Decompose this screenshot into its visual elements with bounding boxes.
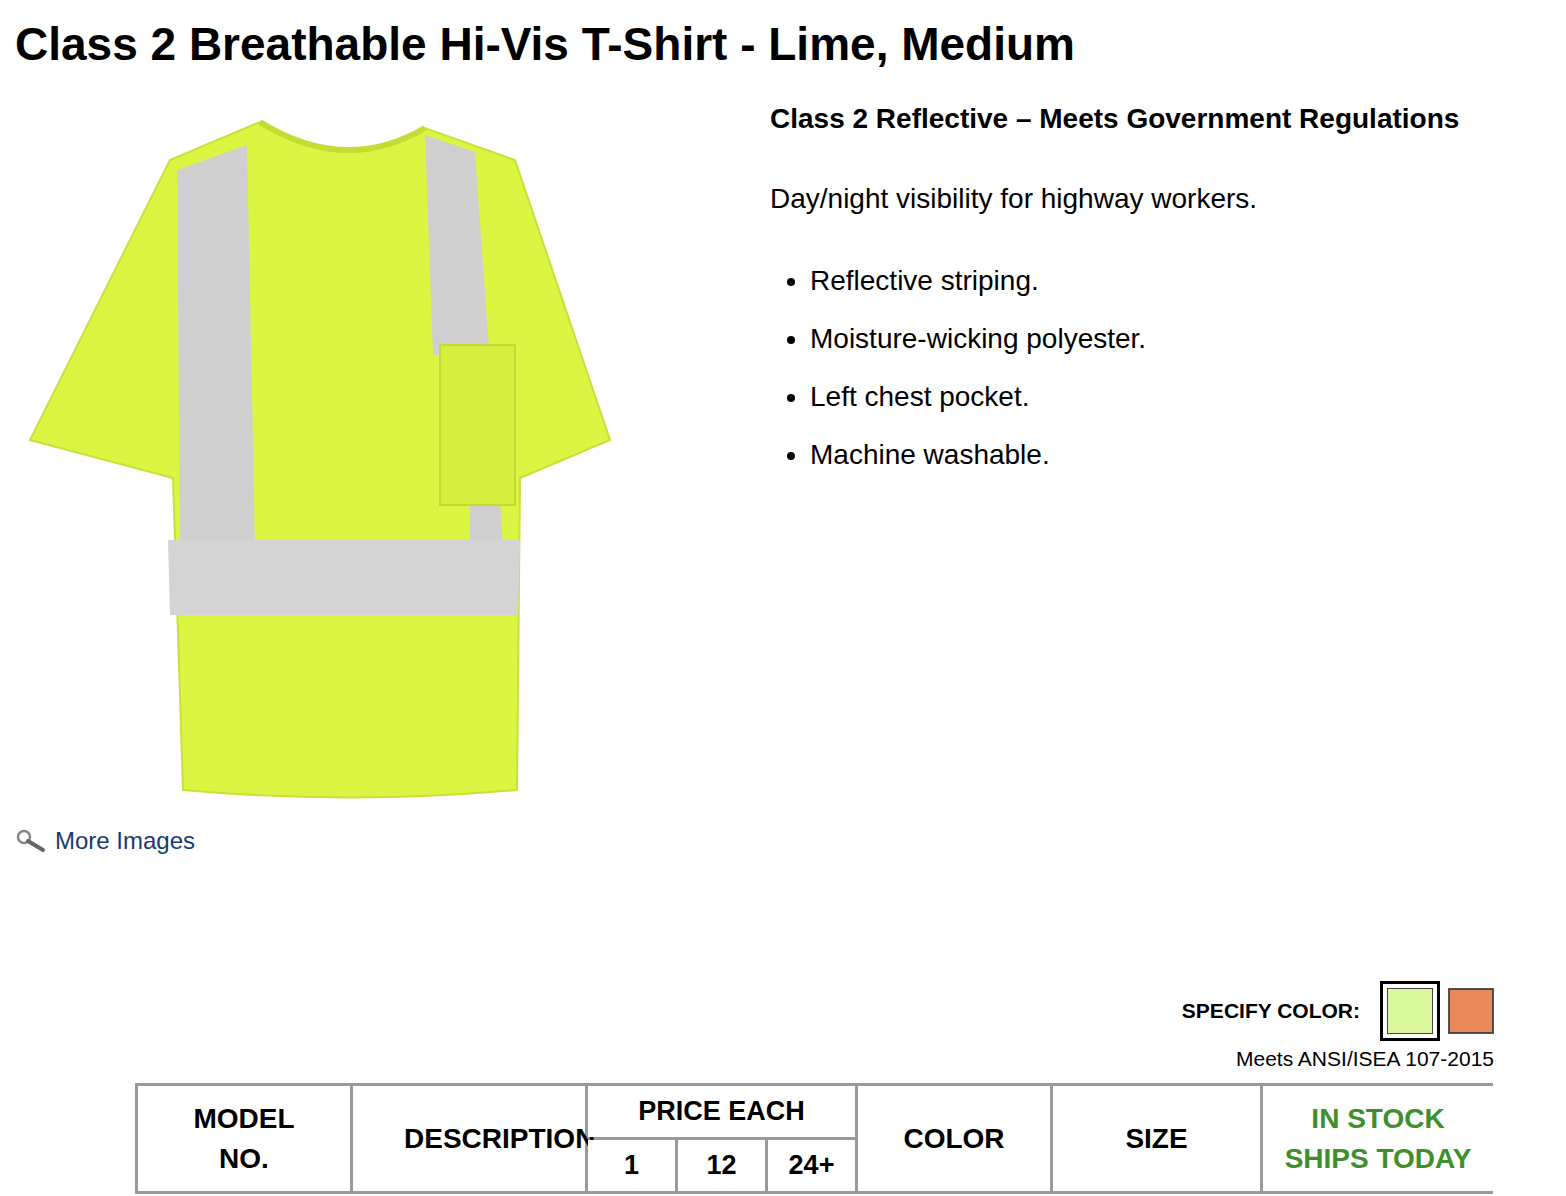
swatch-fill	[1449, 989, 1493, 1033]
swatch-fill	[1387, 988, 1433, 1034]
table-header: DESCRIPTION	[353, 1086, 585, 1191]
product-page: Class 2 Breathable Hi-Vis T-Shirt - Lime…	[0, 0, 1566, 1196]
table-header: MODEL NO.	[138, 1086, 350, 1191]
standard-note: Meets ANSI/ISEA 107-2015	[1236, 1047, 1494, 1071]
product-body: More ImagesClass 2 Reflective – Meets Go…	[15, 110, 1551, 856]
color-picker-label: SPECIFY COLOR:	[1182, 995, 1360, 1027]
color-picker: SPECIFY COLOR:	[1182, 980, 1494, 1042]
product-table: MODEL NO.DESCRIPTIONPRICE EACHCOLORSIZEI…	[135, 1083, 1493, 1194]
table-header: COLOR	[858, 1086, 1050, 1191]
more-images-link[interactable]: More Images	[15, 826, 770, 856]
color-swatch[interactable]	[1448, 988, 1494, 1034]
feature-item: Reflective striping.	[810, 263, 1459, 299]
gallery: More Images	[15, 110, 770, 856]
shirt-image	[15, 110, 695, 820]
details-subtitle: Class 2 Reflective – Meets Government Re…	[770, 101, 1459, 137]
feature-item: Moisture-wicking polyester.	[810, 321, 1459, 357]
product-details: Class 2 Reflective – Meets Government Re…	[770, 110, 1459, 856]
magnifier-icon	[15, 829, 47, 853]
product-title: Class 2 Breathable Hi-Vis T-Shirt - Lime…	[15, 14, 1551, 74]
table-subheader: 24+	[768, 1140, 855, 1191]
table-header: SIZE	[1053, 1086, 1260, 1191]
table-header-group: PRICE EACH	[588, 1086, 855, 1137]
feature-list: Reflective striping. Moisture-wicking pol…	[770, 241, 1459, 473]
details-description: Day/night visibility for highway workers…	[770, 181, 1459, 217]
color-swatch[interactable]	[1380, 981, 1440, 1041]
table-subheader: 1	[588, 1140, 675, 1191]
table-header: IN STOCK SHIPS TODAY	[1263, 1086, 1493, 1191]
color-section: SPECIFY COLOR: Meets ANSI/ISEA 107-2015	[15, 980, 1551, 1071]
feature-item: Left chest pocket.	[810, 379, 1459, 415]
feature-item: Machine washable.	[810, 437, 1459, 473]
table-subheader: 12	[678, 1140, 765, 1191]
